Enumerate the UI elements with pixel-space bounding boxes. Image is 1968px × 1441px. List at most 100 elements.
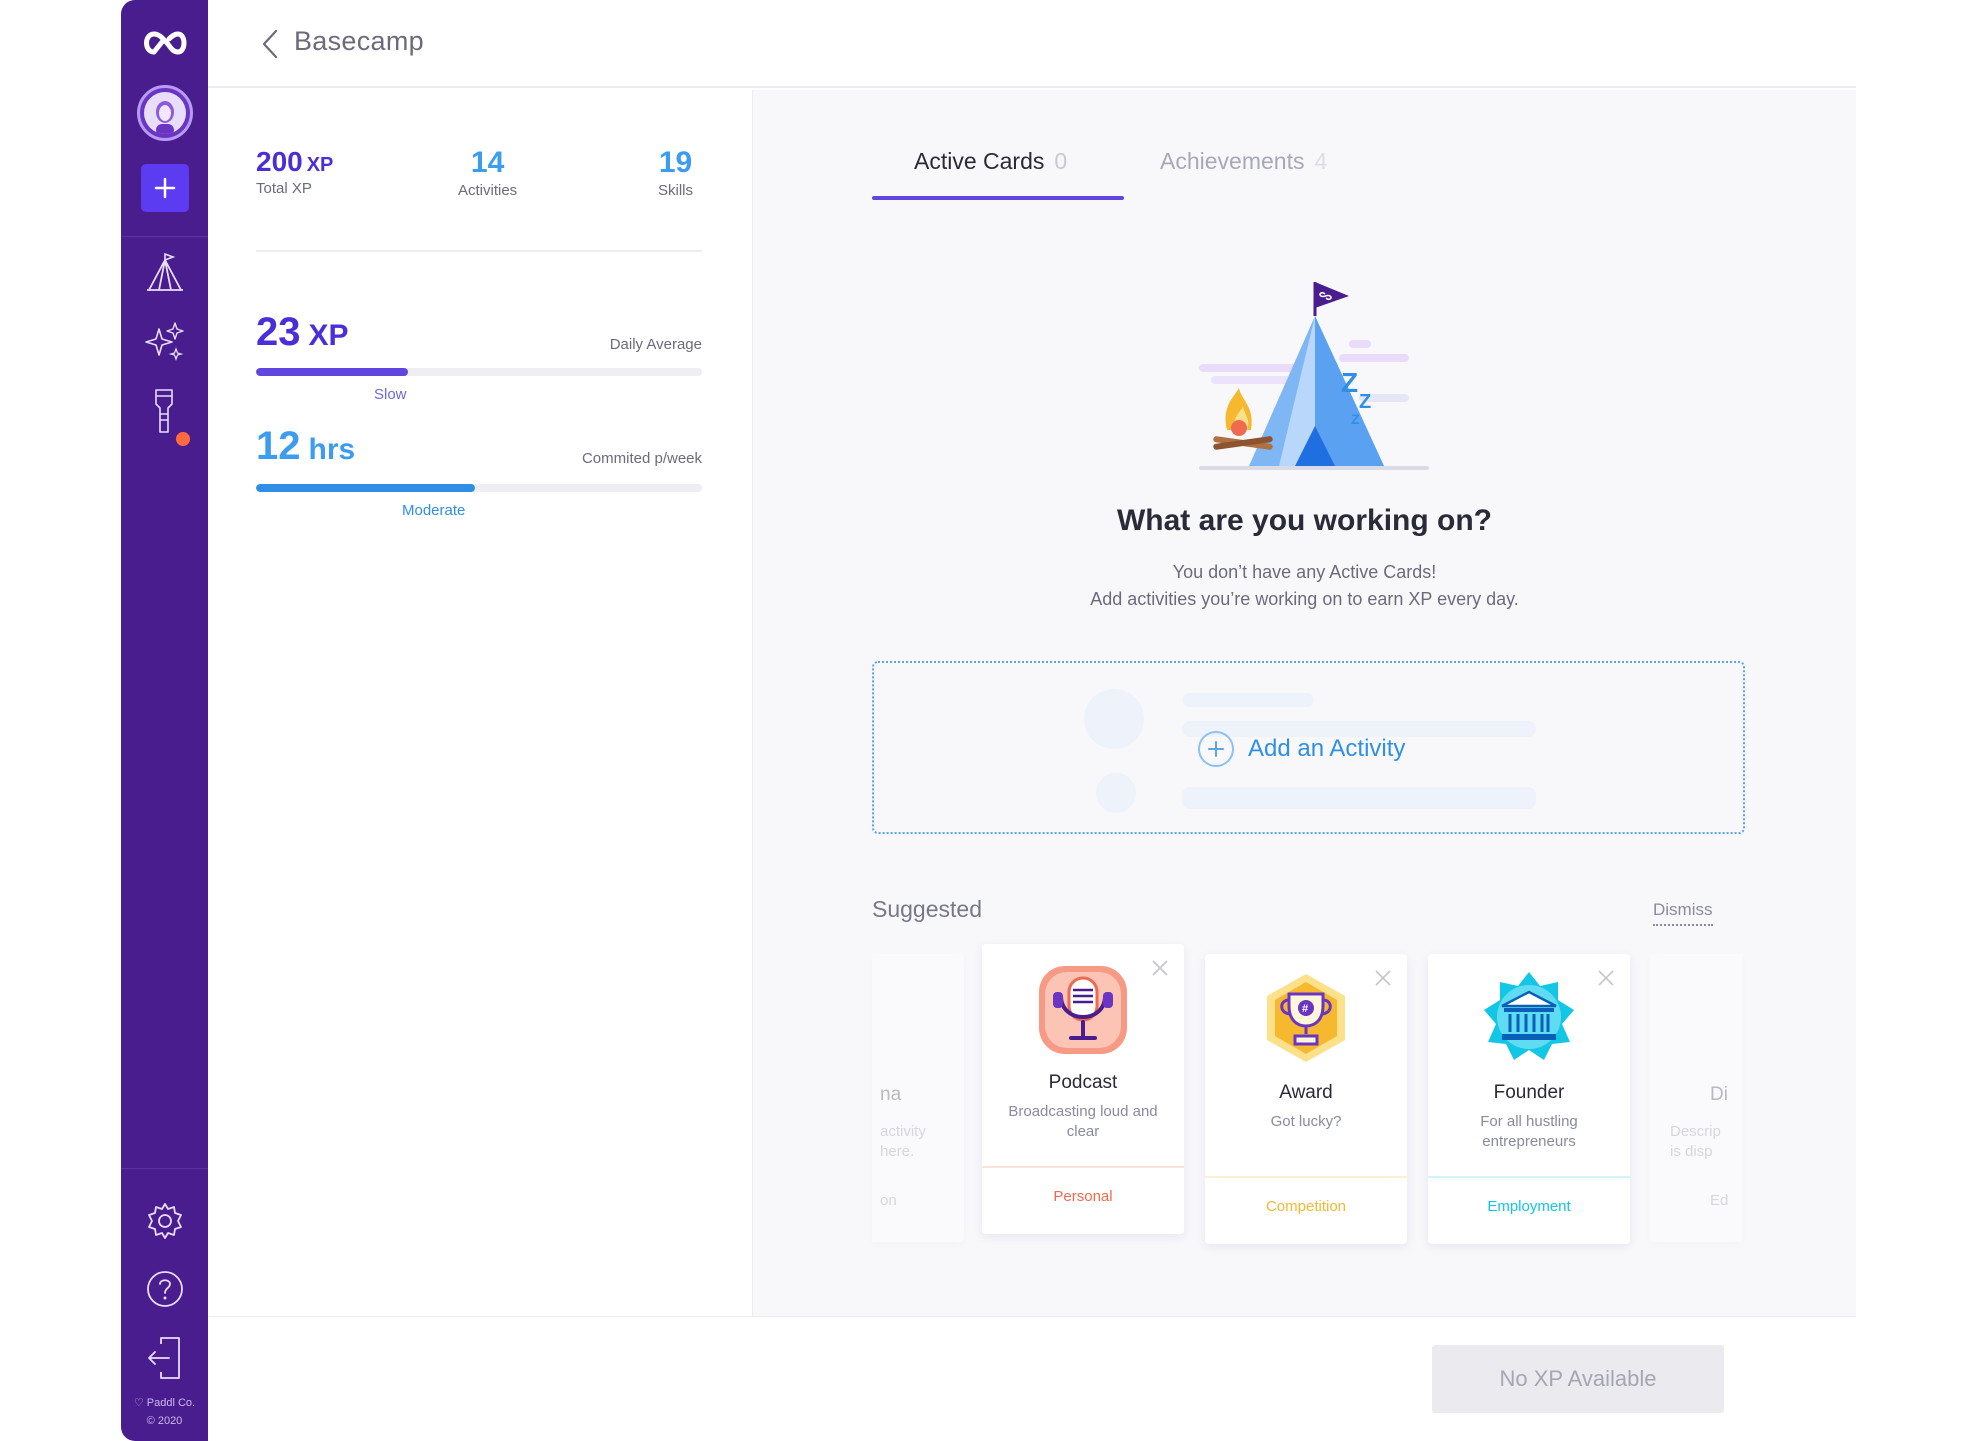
tab-active-cards-label: Active Cards [914, 148, 1045, 174]
weekly-pace-note: Moderate [402, 502, 466, 519]
suggested-card-founder[interactable]: Founder For all hustling entrepreneurs E… [1428, 954, 1630, 1244]
suggested-card-award[interactable]: # Award Got lucky? Competition [1205, 954, 1407, 1244]
suggested-card-podcast[interactable]: Podcast Broadcasting loud and clear Pers… [982, 944, 1184, 1234]
skills-value: 19 [658, 146, 693, 179]
weekly-hrs-value: 12 [256, 424, 301, 468]
total-xp-unit: XP [306, 154, 334, 176]
card-tag: Personal [1053, 1188, 1113, 1205]
card-separator [982, 1166, 1184, 1168]
placeholder-line [1182, 787, 1536, 809]
sidebar-divider [121, 236, 208, 237]
add-activity-dropzone[interactable]: Add an Activity [872, 661, 1745, 834]
card-tag: Ed [1710, 1192, 1729, 1209]
card-description: Got lucky? [1270, 1113, 1342, 1130]
copyright-year: © 2020 [146, 1415, 183, 1427]
notification-dot [176, 432, 190, 446]
sidebar-divider [121, 1168, 208, 1169]
weekly-hrs-unit: hrs [308, 433, 356, 466]
daily-pace-note: Slow [374, 386, 407, 403]
active-tab-indicator [872, 196, 1124, 200]
card-separator [1428, 1176, 1630, 1178]
svg-text:Z: Z [1359, 391, 1371, 413]
card-tag: Employment [1487, 1198, 1571, 1215]
total-xp-stat: 200 XP Total XP [256, 146, 333, 197]
placeholder-line [1182, 693, 1314, 707]
daily-average-label: Daily Average [609, 336, 702, 353]
company-name: ♡ Paddl Co. [133, 1397, 196, 1409]
main-content: Active Cards 0 Achievements 4 Z Z Z What… [753, 90, 1856, 1316]
daily-xp-unit: XP [308, 319, 349, 352]
bottom-action-bar: No XP Available [208, 1316, 1856, 1441]
svg-text:Z: Z [1341, 367, 1358, 398]
add-activity-label: Add an Activity [1248, 735, 1406, 762]
tools-icon[interactable] [121, 384, 208, 440]
basecamp-tent-icon[interactable] [121, 248, 208, 298]
activities-stat: 14 Activities [458, 146, 517, 199]
empty-state-line-2: Add activities you’re working on to earn… [1090, 589, 1519, 609]
close-icon[interactable] [1373, 968, 1393, 993]
card-tag: Competition [1265, 1198, 1347, 1215]
sidebar: ♡ Paddl Co. © 2020 [121, 0, 208, 1441]
empty-state-line-1: You don’t have any Active Cards! [1172, 562, 1437, 582]
card-description: activity here. [880, 1123, 926, 1160]
card-title: Di [1710, 1084, 1728, 1105]
sidebar-footer: ♡ Paddl Co. © 2020 [121, 1394, 208, 1430]
sleeping-tent-illustration: Z Z Z [1199, 282, 1429, 470]
card-title: Award [1279, 1082, 1333, 1103]
dismiss-link[interactable]: Dismiss [1653, 900, 1713, 926]
suggested-card-faded-left[interactable]: na activity here. on [872, 954, 964, 1242]
plus-circle-icon [1198, 731, 1234, 767]
weekly-commitment-label: Commited p/week [581, 450, 702, 467]
card-description: For all hustling entrepreneurs [1480, 1113, 1578, 1150]
weekly-progress-fill [256, 484, 475, 492]
tab-active-cards-count: 0 [1054, 148, 1068, 174]
card-separator [1205, 1176, 1407, 1178]
stats-panel: 200 XP Total XP 14 Activities 19 Skills 2… [208, 90, 753, 1316]
close-icon[interactable] [1150, 958, 1170, 983]
total-xp-label: Total XP [256, 180, 312, 197]
user-avatar[interactable] [121, 82, 208, 144]
empty-state-title: What are you working on? [1116, 504, 1492, 537]
card-description: Broadcasting loud and clear [1008, 1103, 1158, 1140]
card-title: Founder [1493, 1082, 1565, 1103]
paddl-logo-icon[interactable] [121, 18, 208, 68]
placeholder-circle [1084, 689, 1144, 749]
skills-stat: 19 Skills [658, 146, 693, 199]
suggested-card-faded-right[interactable]: Di Descrip is disp Ed [1650, 954, 1742, 1242]
activities-label: Activities [458, 182, 518, 199]
back-chevron-icon[interactable] [252, 24, 288, 64]
daily-progress-fill [256, 368, 408, 376]
daily-xp-value: 23 [256, 310, 301, 354]
help-icon[interactable] [121, 1264, 208, 1314]
card-title: na [880, 1084, 902, 1105]
app-root: ♡ Paddl Co. © 2020 Basecamp 200 XP Total … [0, 0, 1968, 1441]
add-button[interactable] [121, 164, 208, 212]
tab-achievements[interactable]: Achievements 4 [1160, 148, 1327, 175]
logout-icon[interactable] [121, 1330, 208, 1386]
skills-label: Skills [658, 182, 694, 199]
weekly-commitment-metric: 12 hrs Commited p/week Moderate [256, 424, 702, 544]
tab-active-cards[interactable]: Active Cards 0 [914, 148, 1067, 175]
stats-divider [256, 250, 702, 252]
no-xp-button[interactable]: No XP Available [1432, 1345, 1724, 1413]
placeholder-circle [1096, 773, 1136, 813]
weekly-progress-bar [256, 484, 702, 492]
svg-text:#: # [1302, 1003, 1308, 1015]
add-activity-button[interactable]: Add an Activity [1198, 731, 1405, 767]
svg-text:Z: Z [1351, 411, 1360, 427]
total-xp-value: 200 [256, 146, 303, 177]
microphone-icon [1039, 966, 1127, 1054]
person-icon [155, 101, 174, 134]
daily-progress-bar [256, 368, 702, 376]
sparkles-icon[interactable] [121, 316, 208, 366]
close-icon[interactable] [1596, 968, 1616, 993]
trophy-icon: # [1267, 974, 1345, 1062]
gear-icon[interactable] [121, 1196, 208, 1246]
tab-achievements-count: 4 [1314, 148, 1328, 174]
plus-icon [154, 177, 175, 199]
daily-average-metric: 23 XP Daily Average Slow [256, 310, 702, 430]
card-description: Descrip is disp [1670, 1123, 1721, 1160]
suggested-heading: Suggested [872, 896, 982, 922]
card-tag: on [880, 1192, 897, 1209]
card-title: Podcast [1048, 1072, 1118, 1093]
